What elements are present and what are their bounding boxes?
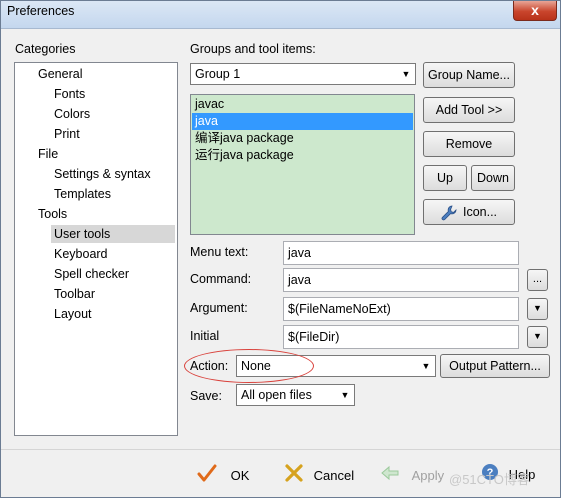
- initial-field[interactable]: $(FileDir): [283, 325, 519, 349]
- close-icon: x: [531, 2, 539, 18]
- tree-item[interactable]: Toolbar: [51, 285, 98, 303]
- tree-item[interactable]: File: [35, 145, 61, 163]
- title-bar: Preferences x: [1, 1, 560, 29]
- remove-button[interactable]: Remove: [423, 131, 515, 157]
- tree-item[interactable]: Spell checker: [51, 265, 132, 283]
- ok-label: OK: [230, 468, 250, 484]
- cancel-label: Cancel: [313, 468, 355, 484]
- tree-item[interactable]: General: [35, 65, 85, 83]
- initial-label: Initial: [190, 329, 220, 343]
- tool-items-list[interactable]: javac java 编译java package 运行java package: [190, 94, 415, 235]
- tree-item[interactable]: Keyboard: [51, 245, 111, 263]
- tree-item[interactable]: Fonts: [51, 85, 88, 103]
- output-pattern-button[interactable]: Output Pattern...: [440, 354, 550, 378]
- group-name-button[interactable]: Group Name...: [423, 62, 515, 88]
- menu-text-label: Menu text:: [190, 245, 249, 259]
- menu-text-field[interactable]: java: [283, 241, 519, 265]
- tree-item[interactable]: Layout: [51, 305, 95, 323]
- icon-button[interactable]: Icon...: [423, 199, 515, 225]
- tool-list-item[interactable]: javac: [192, 96, 413, 113]
- save-select-value: All open files: [241, 388, 312, 402]
- wrench-icon: [441, 205, 457, 221]
- apply-label: Apply: [411, 468, 445, 484]
- chevron-down-icon: ▼: [533, 303, 542, 313]
- annotation-ellipse: [184, 349, 314, 383]
- argument-label: Argument:: [190, 301, 248, 315]
- add-tool-button[interactable]: Add Tool >>: [423, 97, 515, 123]
- arrow-left-icon: [380, 463, 402, 491]
- chevron-down-icon: ▼: [340, 390, 350, 400]
- apply-button[interactable]: Apply: [380, 463, 444, 487]
- tree-item[interactable]: Print: [51, 125, 83, 143]
- command-field[interactable]: java: [283, 268, 519, 292]
- argument-dropdown-button[interactable]: ▼: [527, 298, 548, 320]
- categories-heading: Categories: [15, 42, 76, 56]
- chevron-down-icon: ▼: [533, 331, 542, 341]
- up-button[interactable]: Up: [423, 165, 467, 191]
- chevron-down-icon: ▼: [401, 69, 411, 79]
- cancel-button[interactable]: Cancel: [284, 463, 354, 487]
- down-button[interactable]: Down: [471, 165, 515, 191]
- groups-heading: Groups and tool items:: [190, 42, 316, 56]
- preferences-window: Preferences x Categories General Fonts Col…: [0, 0, 561, 498]
- icon-button-label: Icon...: [462, 205, 498, 219]
- chevron-down-icon: ▼: [421, 361, 431, 371]
- watermark: @51CTO博客: [449, 472, 530, 487]
- close-button[interactable]: x: [513, 1, 557, 21]
- save-label: Save:: [190, 389, 222, 403]
- argument-field[interactable]: $(FileNameNoExt): [283, 297, 519, 321]
- tree-item[interactable]: Colors: [51, 105, 93, 123]
- tool-list-item[interactable]: java: [192, 113, 413, 130]
- footer-divider: [1, 449, 560, 450]
- ok-button[interactable]: OK: [197, 463, 249, 487]
- initial-dropdown-button[interactable]: ▼: [527, 326, 548, 348]
- command-browse-button[interactable]: ...: [527, 269, 548, 291]
- tree-item[interactable]: User tools: [51, 225, 175, 243]
- command-label: Command:: [190, 272, 252, 286]
- tree-item[interactable]: Templates: [51, 185, 114, 203]
- group-select-value: Group 1: [195, 67, 241, 81]
- tree-item[interactable]: Settings & syntax: [51, 165, 154, 183]
- save-select[interactable]: All open files ▼: [236, 384, 355, 406]
- tool-list-item[interactable]: 编译java package: [192, 130, 413, 147]
- tree-item[interactable]: Tools: [35, 205, 70, 223]
- categories-tree[interactable]: General Fonts Colors Print File Settings & sy…: [14, 62, 178, 436]
- window-title: Preferences: [7, 4, 75, 18]
- check-icon: [197, 463, 219, 491]
- tool-list-item[interactable]: 运行java package: [192, 147, 413, 164]
- group-select[interactable]: Group 1 ▼: [190, 63, 416, 85]
- close-icon: [284, 463, 306, 491]
